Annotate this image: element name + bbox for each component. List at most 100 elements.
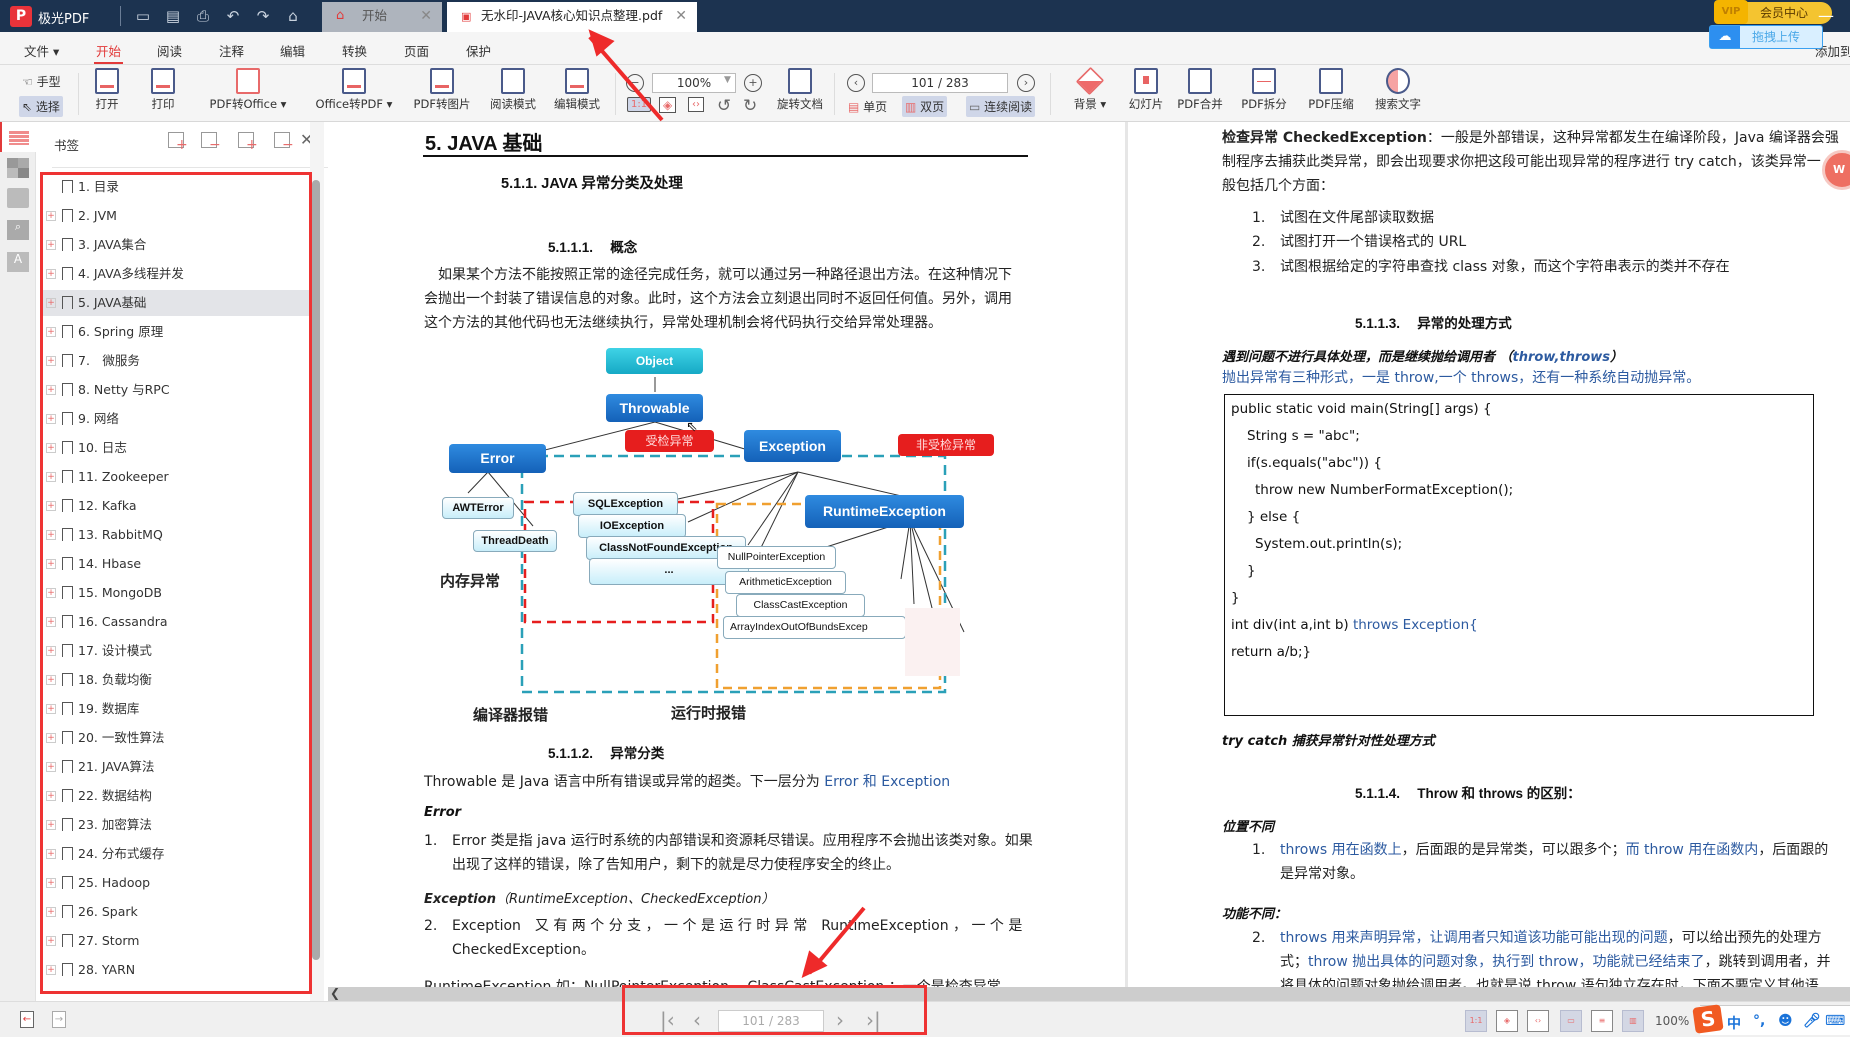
rotate-right-icon[interactable]: ↻ (743, 96, 757, 116)
menu-page[interactable]: 页面 (404, 41, 429, 60)
menu-start[interactable]: 开始 (93, 41, 124, 64)
expand-icon[interactable]: + (46, 559, 56, 569)
expand-icon[interactable]: + (46, 820, 56, 830)
collapse-all-icon[interactable]: − (201, 132, 221, 153)
zoom-in-icon[interactable]: + (744, 74, 762, 92)
remove-bookmark-icon[interactable]: − (274, 132, 294, 153)
bookmark-item[interactable]: +24. 分布式缓存 (40, 841, 310, 867)
bookmark-item[interactable]: +28. YARN (40, 957, 310, 983)
next-view-icon[interactable]: → (52, 1011, 66, 1028)
read-mode-button[interactable]: 阅读模式 (487, 68, 539, 112)
expand-icon[interactable]: + (46, 965, 56, 975)
double-page-view-icon[interactable]: ▥ (1622, 1010, 1644, 1032)
expand-icon[interactable]: + (46, 501, 56, 511)
expand-icon[interactable]: + (46, 733, 56, 743)
bookmark-item[interactable]: +15. MongoDB (40, 580, 310, 606)
page-input[interactable]: 101 / 283 (872, 73, 1008, 93)
edit-mode-button[interactable]: 编辑模式 (551, 68, 603, 112)
chevron-down-icon[interactable]: ▼ (724, 75, 731, 85)
fit-page-icon[interactable]: ◈ (659, 97, 677, 113)
vip-center-button[interactable]: VIP 会员中心 (1714, 0, 1832, 24)
keyboard-icon[interactable]: ⌨ (1825, 1013, 1845, 1029)
rotate-left-icon[interactable]: ↺ (717, 96, 731, 116)
redo-icon[interactable]: ↷ (253, 6, 273, 26)
expand-icon[interactable]: + (46, 269, 56, 279)
background-button[interactable]: 背景 ▾ (1070, 66, 1110, 112)
previous-view-icon[interactable]: ← (20, 1011, 34, 1028)
ime-punct[interactable]: °, (1753, 1013, 1765, 1029)
add-bookmark-icon[interactable]: + (238, 132, 258, 153)
emoji-icon[interactable]: ☻ (1778, 1013, 1793, 1029)
next-page-icon[interactable]: › (1017, 74, 1035, 92)
expand-icon[interactable]: + (46, 791, 56, 801)
bookmark-item[interactable]: +2. JVM (40, 203, 310, 229)
open-file-icon[interactable]: ▭ (133, 6, 153, 26)
signature-icon[interactable]: A (7, 252, 29, 272)
sogou-ime-icon[interactable]: S (1692, 1004, 1724, 1034)
bookmark-item[interactable]: +29. 机器学习 (40, 986, 310, 994)
expand-icon[interactable]: + (46, 298, 56, 308)
expand-icon[interactable]: + (46, 443, 56, 453)
expand-icon[interactable]: + (46, 414, 56, 424)
expand-icon[interactable]: + (46, 617, 56, 627)
menu-edit[interactable]: 编辑 (280, 41, 305, 60)
continuous-read-button[interactable]: ▭ 连续阅读 (966, 96, 1036, 117)
expand-icon[interactable]: + (46, 472, 56, 482)
fit-width-view-icon[interactable]: ‹› (1527, 1010, 1549, 1032)
bookmarks-tab[interactable] (0, 122, 36, 152)
actual-size-view-icon[interactable]: 1:1 (1465, 1010, 1487, 1032)
microphone-icon[interactable]: 🎤︎ (1803, 1013, 1821, 1029)
expand-icon[interactable]: + (46, 675, 56, 685)
ime-lang[interactable]: 中 (1727, 1013, 1741, 1033)
home-icon[interactable]: ⌂ (283, 6, 303, 26)
slideshow-button[interactable]: 幻灯片 (1126, 68, 1166, 112)
bookmark-item[interactable]: +21. JAVA算法 (40, 754, 310, 780)
expand-icon[interactable]: + (46, 240, 56, 250)
menu-annotate[interactable]: 注释 (219, 41, 244, 60)
bookmark-item[interactable]: +19. 数据库 (40, 696, 310, 722)
expand-icon[interactable]: + (46, 588, 56, 598)
bookmark-item[interactable]: +14. Hbase (40, 551, 310, 577)
bookmark-item[interactable]: +25. Hadoop (40, 870, 310, 896)
print-icon[interactable]: ⎙ (193, 6, 213, 26)
office-to-pdf-button[interactable]: Office转PDF ▾ (314, 68, 394, 112)
expand-icon[interactable]: + (46, 646, 56, 656)
single-page-view-icon[interactable]: ≡ (1591, 1010, 1613, 1032)
minimize-button[interactable]: — (1818, 6, 1834, 25)
bookmark-item[interactable]: +17. 设计模式 (40, 638, 310, 664)
close-tab-icon[interactable]: ✕ (420, 2, 432, 30)
bookmark-item[interactable]: +7. 微服务 (40, 348, 310, 374)
bookmark-item[interactable]: +27. Storm (40, 928, 310, 954)
expand-icon[interactable]: + (46, 762, 56, 772)
print-button[interactable]: 打印 (148, 68, 178, 112)
continuous-view-icon[interactable]: ▭ (1560, 1010, 1582, 1032)
hand-tool[interactable]: ☜ 手型 (22, 73, 61, 90)
thumbnails-icon[interactable] (7, 158, 29, 178)
annotations-icon[interactable] (7, 188, 29, 208)
scroll-left-icon[interactable]: ❮ (330, 986, 340, 1000)
search-text-button[interactable]: 搜索文字 (1372, 68, 1424, 112)
bookmark-item[interactable]: +26. Spark (40, 899, 310, 925)
expand-icon[interactable]: + (46, 936, 56, 946)
pdf-to-image-button[interactable]: PDF转图片 (410, 68, 474, 112)
menu-convert[interactable]: 转换 (342, 41, 367, 60)
save-icon[interactable]: ▤ (163, 6, 183, 26)
bookmark-item[interactable]: +4. JAVA多线程并发 (40, 261, 310, 287)
pdf-to-office-button[interactable]: PDF转Office ▾ (208, 68, 288, 112)
menu-read[interactable]: 阅读 (157, 41, 182, 60)
bookmark-item[interactable]: +6. Spring 原理 (40, 319, 310, 345)
bookmark-item[interactable]: +16. Cassandra (40, 609, 310, 635)
pdf-compress-button[interactable]: PDF压缩 (1307, 68, 1355, 112)
expand-icon[interactable]: + (46, 530, 56, 540)
close-tab-icon[interactable]: ✕ (675, 2, 687, 30)
bookmark-item[interactable]: +12. Kafka (40, 493, 310, 519)
expand-icon[interactable]: + (46, 878, 56, 888)
expand-icon[interactable]: + (46, 327, 56, 337)
bookmark-item[interactable]: +10. 日志 (40, 435, 310, 461)
single-page-button[interactable]: ▤ 单页 (848, 98, 887, 115)
horizontal-scrollbar[interactable] (328, 987, 1850, 1001)
rotate-document-button[interactable]: 旋转文档 (774, 68, 826, 112)
bookmark-item[interactable]: +23. 加密算法 (40, 812, 310, 838)
pdf-split-button[interactable]: PDF拆分 (1240, 68, 1288, 112)
bookmark-item[interactable]: +13. RabbitMQ (40, 522, 310, 548)
